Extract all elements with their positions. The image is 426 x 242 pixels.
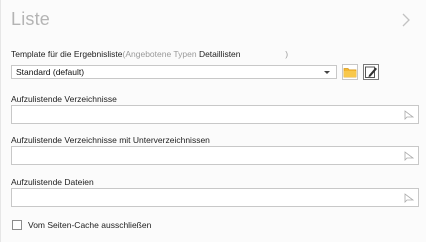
list-panel: Liste Template für die Ergebnisliste(Ang… — [0, 0, 426, 242]
template-hint-value: Detaillisten — [198, 49, 241, 59]
cache-exclude-label: Vom Seiten-Cache ausschließen — [28, 220, 152, 230]
template-hint-suffix: ) — [285, 49, 289, 59]
link-picker-icon[interactable] — [404, 110, 414, 120]
template-select[interactable]: Standard (default) — [11, 65, 337, 79]
directories-recursive-input[interactable] — [11, 146, 419, 165]
link-picker-icon[interactable] — [404, 151, 414, 161]
field-label-directories-recursive: Aufzulistende Verzeichnisse mit Unterver… — [11, 135, 210, 145]
folder-icon[interactable] — [342, 64, 358, 80]
field-label-directories: Aufzulistende Verzeichnisse — [11, 94, 117, 104]
edit-icon[interactable] — [363, 64, 379, 80]
template-hint-prefix: (Angebotene Typen — [122, 49, 197, 59]
directories-input[interactable] — [11, 105, 419, 124]
chevron-down-icon[interactable] — [324, 71, 330, 74]
panel-title: Liste — [11, 9, 51, 29]
cache-exclude-checkbox[interactable] — [12, 220, 22, 230]
chevron-right-icon[interactable] — [398, 11, 414, 29]
link-picker-icon[interactable] — [404, 193, 414, 203]
files-input[interactable] — [11, 188, 419, 207]
field-label-files: Aufzulistende Dateien — [11, 177, 94, 187]
template-label-text: Template für die Ergebnisliste — [11, 49, 123, 59]
template-select-value: Standard (default) — [16, 67, 85, 77]
template-label: Template für die Ergebnisliste(Angeboten… — [11, 49, 288, 59]
